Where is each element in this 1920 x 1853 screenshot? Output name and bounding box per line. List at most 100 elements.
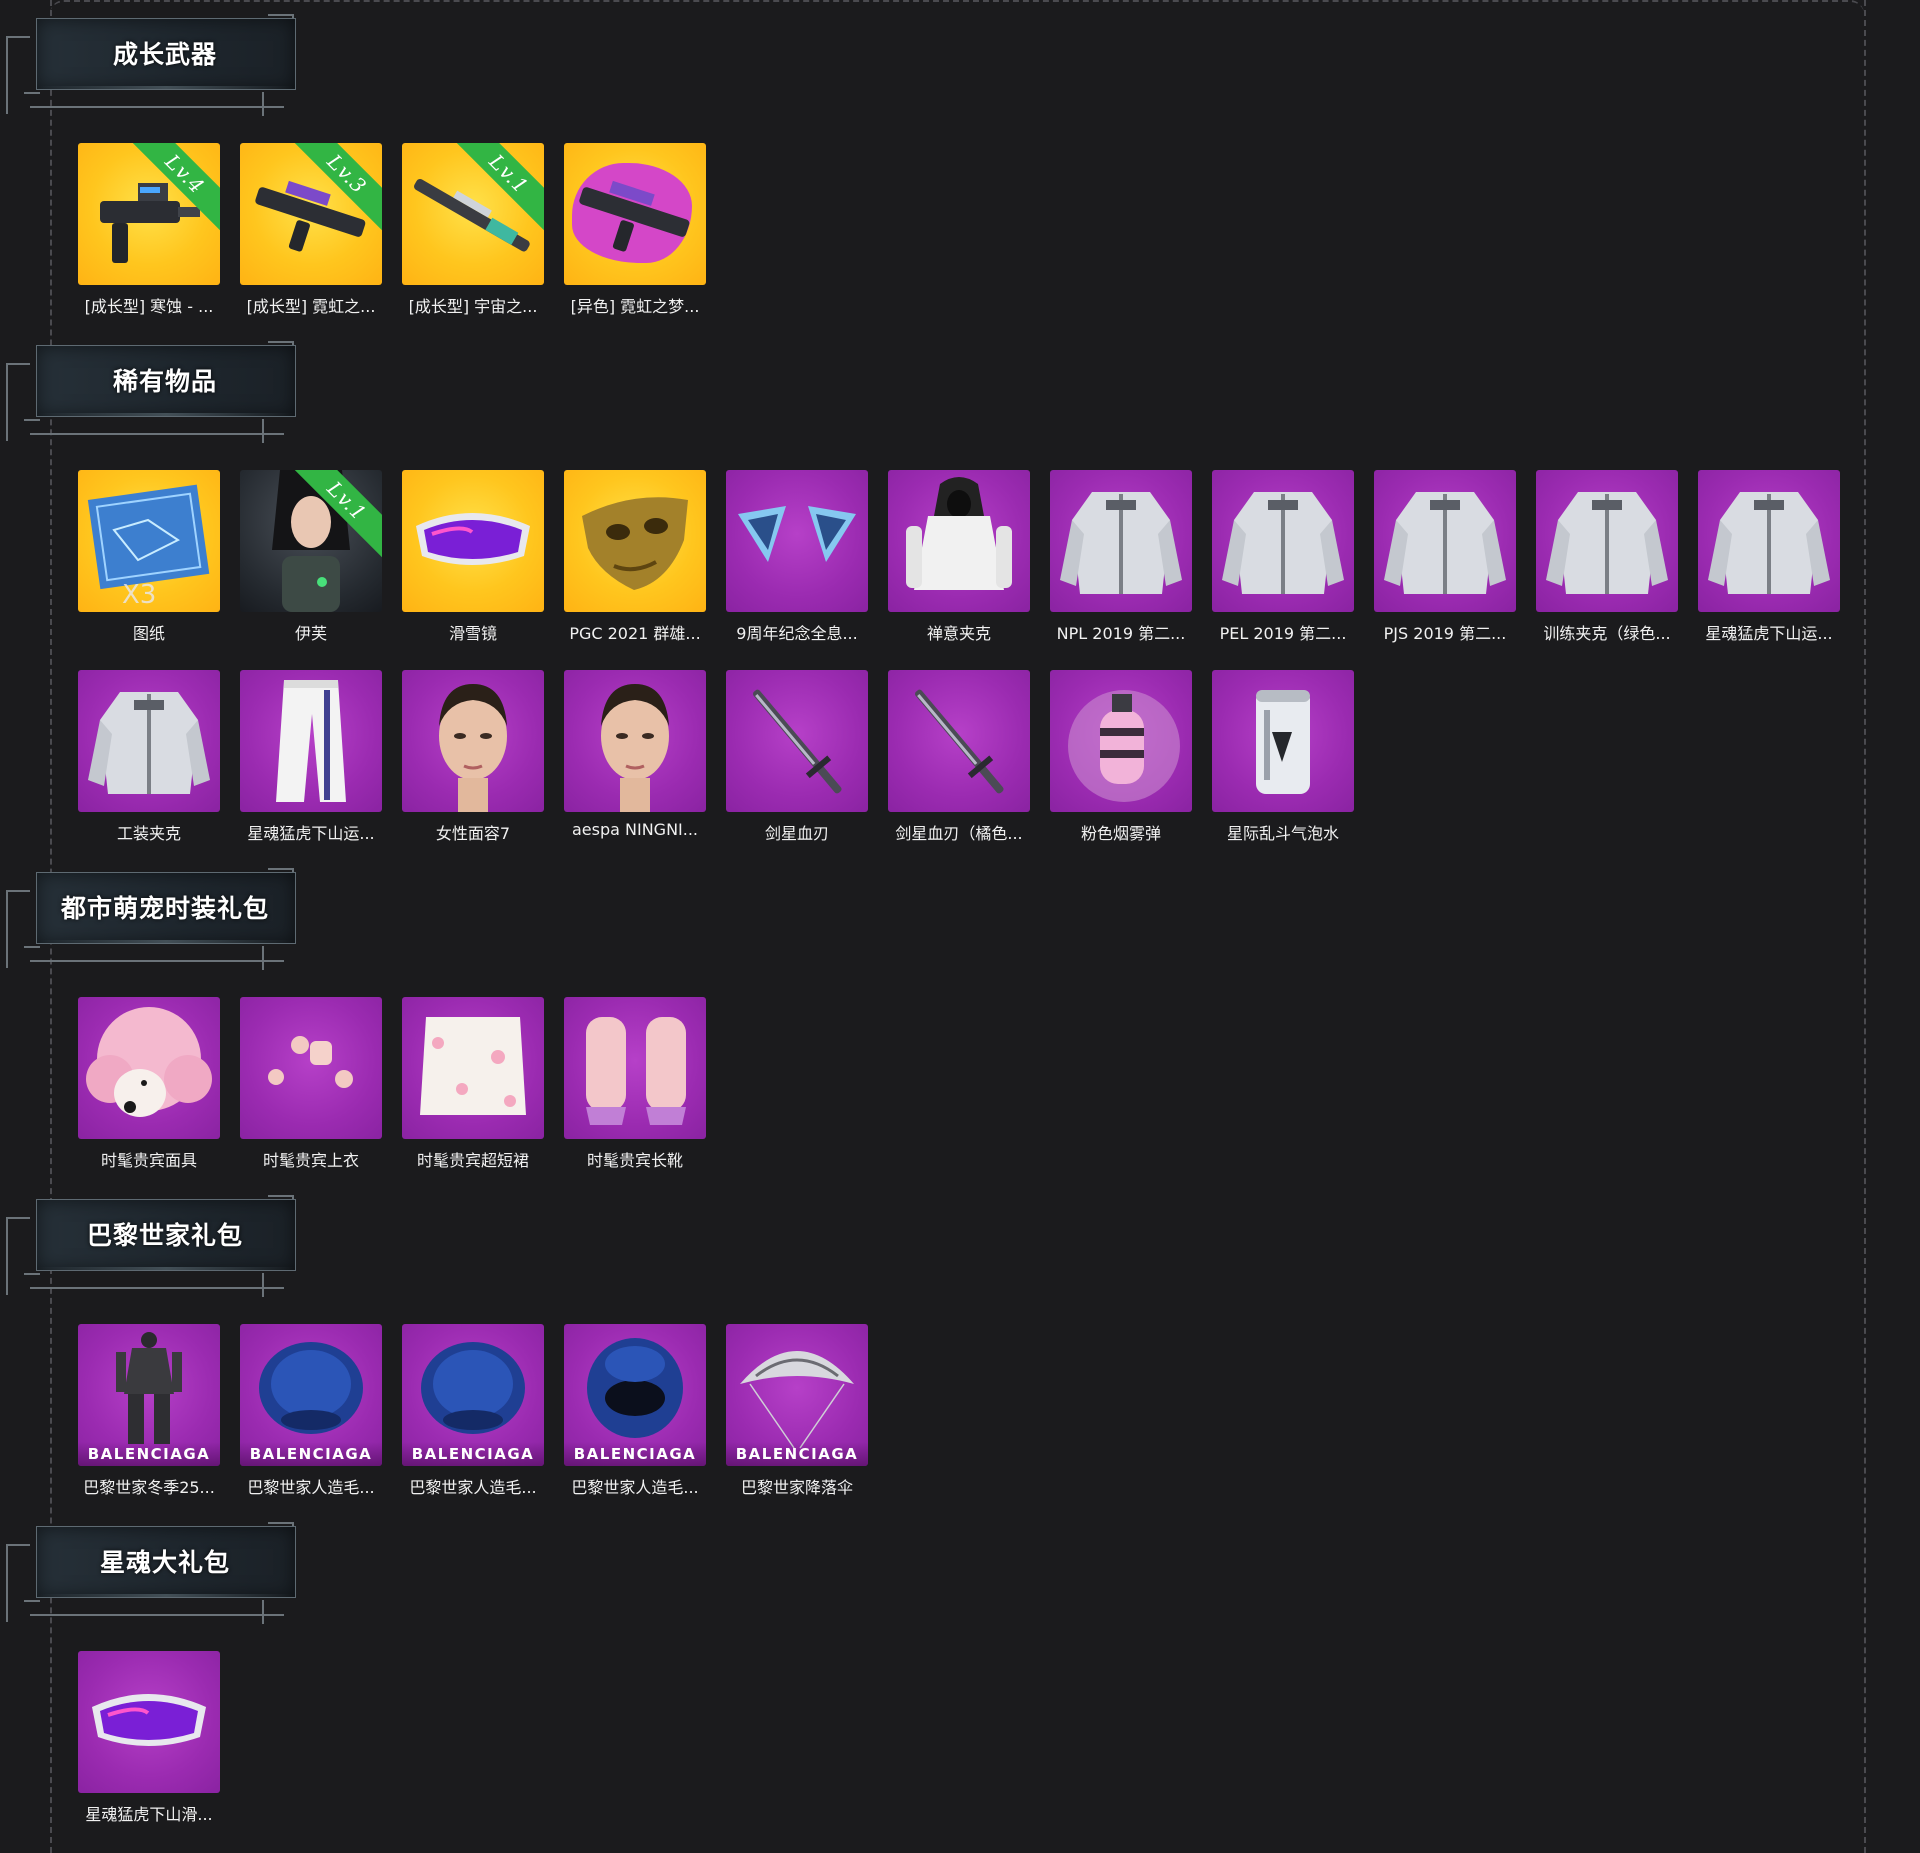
item-card[interactable]: 星魂猛虎下山运... bbox=[240, 670, 382, 844]
item-thumbnail[interactable] bbox=[726, 470, 868, 612]
item-thumbnail[interactable] bbox=[78, 670, 220, 812]
item-thumbnail[interactable] bbox=[1050, 670, 1192, 812]
section-header: 稀有物品 bbox=[0, 327, 300, 443]
header-bracket bbox=[262, 946, 264, 970]
item-thumbnail[interactable]: Lv.4 bbox=[78, 143, 220, 285]
item-label: 滑雪镜 bbox=[448, 624, 497, 643]
item-card[interactable]: PEL 2019 第二... bbox=[1212, 470, 1354, 644]
item-card[interactable]: 时髦贵宾面具 bbox=[78, 997, 220, 1171]
header-bracket bbox=[24, 419, 40, 421]
item-card[interactable]: 时髦贵宾超短裙 bbox=[402, 997, 544, 1171]
header-bracket bbox=[6, 890, 30, 968]
item-thumbnail[interactable]: Lv.1 bbox=[240, 470, 382, 612]
item-thumbnail[interactable]: Lv.1 bbox=[402, 143, 544, 285]
frame-right-border bbox=[1864, 0, 1866, 1853]
item-thumbnail[interactable]: X3 bbox=[78, 470, 220, 612]
item-thumbnail[interactable] bbox=[78, 997, 220, 1139]
item-card[interactable]: 禅意夹克 bbox=[888, 470, 1030, 644]
item-card[interactable]: 训练夹克（绿色... bbox=[1536, 470, 1678, 644]
header-bracket bbox=[30, 1614, 284, 1616]
item-thumbnail[interactable] bbox=[240, 997, 382, 1139]
header-bracket bbox=[30, 433, 284, 435]
item-thumbnail[interactable] bbox=[240, 670, 382, 812]
item-card[interactable]: 粉色烟雾弹 bbox=[1050, 670, 1192, 844]
item-thumbnail[interactable] bbox=[726, 670, 868, 812]
item-label: NPL 2019 第二... bbox=[1056, 624, 1186, 643]
section-title: 成长武器 bbox=[112, 40, 217, 69]
item-label: 工装夹克 bbox=[116, 824, 181, 843]
item-thumbnail[interactable] bbox=[1050, 470, 1192, 612]
item-thumbnail[interactable] bbox=[888, 470, 1030, 612]
item-card[interactable]: 星际乱斗气泡水 bbox=[1212, 670, 1354, 844]
item-label: [异色] 霓虹之梦... bbox=[570, 297, 700, 316]
header-bracket bbox=[262, 419, 264, 443]
item-label: 巴黎世家人造毛... bbox=[571, 1478, 699, 1497]
item-thumbnail[interactable] bbox=[888, 670, 1030, 812]
item-card[interactable]: Lv.3 [成长型] 霓虹之... bbox=[240, 143, 382, 317]
item-card[interactable]: 工装夹克 bbox=[78, 670, 220, 844]
item-card[interactable]: NPL 2019 第二... bbox=[1050, 470, 1192, 644]
item-thumbnail[interactable] bbox=[564, 670, 706, 812]
item-card[interactable]: PJS 2019 第二... bbox=[1374, 470, 1516, 644]
item-thumbnail[interactable]: BALENCIAGA bbox=[564, 1324, 706, 1466]
item-thumbnail[interactable]: BALENCIAGA bbox=[78, 1324, 220, 1466]
item-card[interactable]: Lv.4 [成长型] 寒蚀 - ... bbox=[78, 143, 220, 317]
item-thumbnail[interactable] bbox=[1536, 470, 1678, 612]
header-bracket bbox=[262, 1600, 264, 1624]
item-thumbnail[interactable] bbox=[564, 997, 706, 1139]
item-thumbnail[interactable]: Lv.3 bbox=[240, 143, 382, 285]
item-thumbnail[interactable]: BALENCIAGA bbox=[726, 1324, 868, 1466]
item-card[interactable]: 女性面容7 bbox=[402, 670, 544, 844]
item-card[interactable]: BALENCIAGA 巴黎世家降落伞 bbox=[726, 1324, 868, 1498]
item-thumbnail[interactable] bbox=[564, 470, 706, 612]
item-thumbnail[interactable] bbox=[1212, 470, 1354, 612]
item-label: 星魂猛虎下山滑... bbox=[85, 1805, 213, 1824]
item-label: 星际乱斗气泡水 bbox=[1226, 824, 1339, 843]
item-card[interactable]: 星魂猛虎下山运... bbox=[1698, 470, 1840, 644]
header-bracket bbox=[6, 36, 30, 114]
header-bracket bbox=[30, 960, 284, 962]
item-thumbnail[interactable] bbox=[78, 1651, 220, 1793]
section-header: 都市萌宠时装礼包 bbox=[0, 854, 300, 970]
item-card[interactable]: BALENCIAGA 巴黎世家冬季25... bbox=[78, 1324, 220, 1498]
quantity-label: X3 bbox=[122, 580, 157, 610]
item-card[interactable]: 9周年纪念全息... bbox=[726, 470, 868, 644]
item-card[interactable]: X3 图纸 bbox=[78, 470, 220, 644]
item-card[interactable]: [异色] 霓虹之梦... bbox=[564, 143, 706, 317]
item-thumbnail[interactable] bbox=[1212, 670, 1354, 812]
item-card[interactable]: Lv.1 伊芙 bbox=[240, 470, 382, 644]
header-bracket bbox=[6, 1217, 30, 1295]
item-card[interactable]: 时髦贵宾长靴 bbox=[564, 997, 706, 1171]
item-label: 时髦贵宾面具 bbox=[100, 1151, 197, 1170]
item-thumbnail[interactable] bbox=[402, 997, 544, 1139]
item-card[interactable]: BALENCIAGA 巴黎世家人造毛... bbox=[564, 1324, 706, 1498]
item-card[interactable]: BALENCIAGA 巴黎世家人造毛... bbox=[402, 1324, 544, 1498]
item-thumbnail[interactable] bbox=[402, 670, 544, 812]
header-bracket bbox=[268, 1195, 294, 1197]
header-bracket bbox=[268, 341, 294, 343]
item-thumbnail[interactable] bbox=[564, 143, 706, 285]
item-thumbnail[interactable]: BALENCIAGA bbox=[240, 1324, 382, 1466]
header-bracket bbox=[30, 1287, 284, 1289]
item-card[interactable]: 时髦贵宾上衣 bbox=[240, 997, 382, 1171]
header-bracket bbox=[262, 92, 264, 116]
section-title: 稀有物品 bbox=[112, 367, 217, 396]
item-card[interactable]: 星魂猛虎下山滑... bbox=[78, 1651, 220, 1825]
section-title: 都市萌宠时装礼包 bbox=[60, 894, 269, 923]
item-card[interactable]: PGC 2021 群雄... bbox=[564, 470, 706, 644]
item-label: [成长型] 寒蚀 - ... bbox=[84, 297, 214, 316]
item-thumbnail[interactable]: BALENCIAGA bbox=[402, 1324, 544, 1466]
brand-label: BALENCIAGA bbox=[240, 1442, 382, 1466]
item-thumbnail[interactable] bbox=[402, 470, 544, 612]
item-label: 星魂猛虎下山运... bbox=[247, 824, 375, 843]
item-card[interactable]: BALENCIAGA 巴黎世家人造毛... bbox=[240, 1324, 382, 1498]
item-label: PGC 2021 群雄... bbox=[569, 624, 701, 643]
item-card[interactable]: Lv.1 [成长型] 宇宙之... bbox=[402, 143, 544, 317]
item-card[interactable]: aespa NINGNI... bbox=[564, 670, 706, 839]
item-card[interactable]: 剑星血刃 bbox=[726, 670, 868, 844]
item-card[interactable]: 剑星血刃（橘色... bbox=[888, 670, 1030, 844]
item-thumbnail[interactable] bbox=[1374, 470, 1516, 612]
item-thumbnail[interactable] bbox=[1698, 470, 1840, 612]
item-card[interactable]: 滑雪镜 bbox=[402, 470, 544, 644]
item-label: 巴黎世家人造毛... bbox=[409, 1478, 537, 1497]
